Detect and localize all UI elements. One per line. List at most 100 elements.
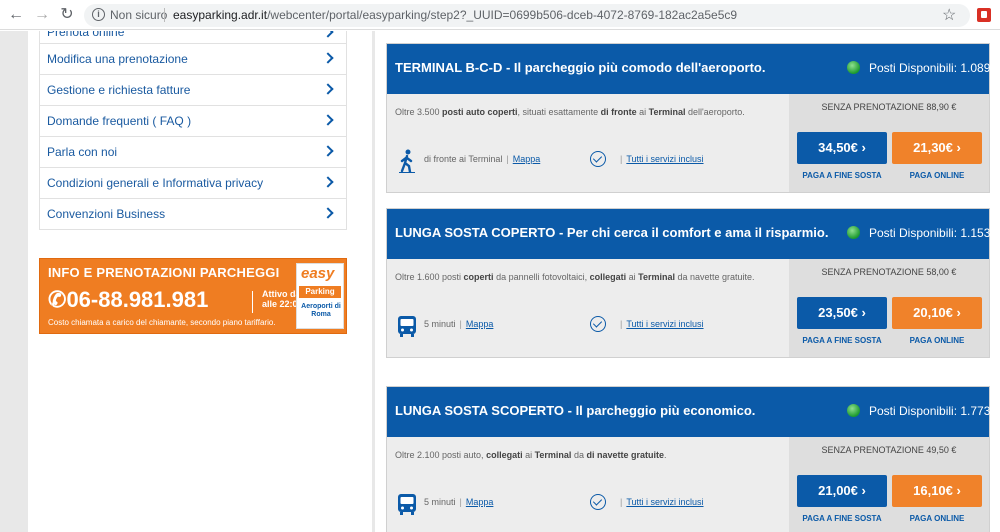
- desc-part: da navette gratuite.: [675, 272, 755, 282]
- availability-dot-icon: [847, 226, 860, 239]
- availability-dot-icon: [847, 61, 860, 74]
- desc-part: Oltre 2.100 posti auto,: [395, 450, 487, 460]
- parking-card: LUNGA SOSTA SCOPERTO - Il parcheggio più…: [386, 386, 990, 532]
- pay-later-button[interactable]: 21,00€ ›: [797, 475, 887, 507]
- banner-note: Costo chiamata a carico del chiamante, s…: [48, 318, 276, 327]
- transport-info: di fronte ai Terminal | Mappa: [424, 154, 540, 164]
- sidebar-item-label: Prenota online: [47, 31, 125, 39]
- url-path: /webcenter/portal/easyparking/step2?_UUI…: [267, 8, 738, 22]
- card-header: LUNGA SOSTA SCOPERTO - Il parcheggio più…: [387, 387, 991, 437]
- pay-later-label: PAGA A FINE SOSTA: [802, 514, 882, 523]
- desc-part: ai: [522, 450, 535, 460]
- sidebar-item-label: Gestione e richiesta fatture: [47, 83, 191, 97]
- extension-icon[interactable]: [977, 8, 991, 22]
- logo-parking-text: Parking: [299, 286, 341, 298]
- chevron-right-icon: [322, 114, 334, 126]
- transport-text: 5 minuti: [424, 319, 456, 329]
- map-link[interactable]: Mappa: [513, 154, 541, 164]
- pay-online-button[interactable]: 20,10€ ›: [892, 297, 982, 329]
- walking-person-icon: [399, 149, 415, 173]
- no-reservation-price: SENZA PRENOTAZIONE 58,00 €: [821, 267, 957, 277]
- pay-online-button[interactable]: 21,30€ ›: [892, 132, 982, 164]
- sidebar-item-label: Convenzioni Business: [47, 207, 166, 221]
- chevron-right-icon: [322, 176, 334, 188]
- security-label: Non sicuro: [110, 8, 168, 22]
- address-bar[interactable]: i Non sicuro easyparking.adr.it/webcente…: [84, 4, 970, 27]
- desc-part: Oltre 1.600 posti: [395, 272, 464, 282]
- pay-online-price: 20,10€: [913, 305, 953, 320]
- banner-divider: [252, 291, 253, 313]
- sidebar-item-label: Condizioni generali e Informativa privac…: [47, 176, 264, 190]
- sidebar-item-fatture[interactable]: Gestione e richiesta fatture: [39, 75, 347, 106]
- chevron-right-icon: ›: [956, 140, 961, 155]
- pay-online-button[interactable]: 16,10€ ›: [892, 475, 982, 507]
- chevron-right-icon: ›: [956, 305, 961, 320]
- transport-info: 5 minuti | Mappa: [424, 497, 493, 507]
- price-box: SENZA PRENOTAZIONE 58,00 € 23,50€ › 20,1…: [789, 259, 989, 357]
- availability-text: Posti Disponibili: 1.089: [869, 61, 991, 75]
- map-link[interactable]: Mappa: [466, 319, 494, 329]
- phone-icon: ✆: [48, 287, 67, 312]
- services-info: | Tutti i servizi inclusi: [620, 319, 704, 329]
- banner-title: INFO E PRENOTAZIONI PARCHEGGI: [48, 265, 280, 280]
- card-title: LUNGA SOSTA SCOPERTO - Il parcheggio più…: [395, 403, 756, 418]
- left-gutter: [0, 31, 28, 532]
- map-link[interactable]: Mappa: [466, 497, 494, 507]
- pay-online-label: PAGA ONLINE: [909, 171, 965, 180]
- card-header: LUNGA SOSTA COPERTO - Per chi cerca il c…: [387, 209, 990, 259]
- separator: |: [459, 497, 462, 507]
- chevron-right-icon: [322, 145, 334, 157]
- services-link[interactable]: Tutti i servizi inclusi: [626, 497, 703, 507]
- sidebar-item-prenota-online[interactable]: Prenota online: [39, 31, 347, 44]
- reload-icon[interactable]: ↻: [57, 5, 77, 25]
- forward-arrow-icon[interactable]: →: [32, 5, 52, 25]
- services-link[interactable]: Tutti i servizi inclusi: [626, 319, 703, 329]
- chevron-right-icon: ›: [861, 305, 866, 320]
- info-icon[interactable]: i: [92, 8, 105, 21]
- desc-part: da: [571, 450, 587, 460]
- availability-text: Posti Disponibili: 1.773: [869, 404, 991, 418]
- sidebar-item-convenzioni[interactable]: Convenzioni Business: [39, 199, 347, 230]
- desc-part: Terminal: [648, 107, 686, 117]
- back-arrow-icon[interactable]: ←: [6, 5, 26, 25]
- card-description: Oltre 1.600 posti coperti da pannelli fo…: [395, 271, 785, 283]
- phone-number: 06-88.981.981: [66, 287, 209, 312]
- pay-online-label: PAGA ONLINE: [909, 514, 965, 523]
- desc-part: Terminal: [638, 272, 675, 282]
- pay-later-button[interactable]: 23,50€ ›: [797, 297, 887, 329]
- desc-part: da pannelli fotovoltaici,: [493, 272, 590, 282]
- pay-later-button[interactable]: 34,50€ ›: [797, 132, 887, 164]
- transport-text: 5 minuti: [424, 497, 456, 507]
- desc-part: ai: [636, 107, 649, 117]
- sidebar-item-modifica[interactable]: Modifica una prenotazione: [39, 44, 347, 75]
- sidebar-item-label: Domande frequenti ( FAQ ): [47, 114, 192, 128]
- services-link[interactable]: Tutti i servizi inclusi: [626, 154, 703, 164]
- chevron-right-icon: [322, 52, 334, 64]
- availability-dot-icon: [847, 404, 860, 417]
- sidebar-item-condizioni[interactable]: Condizioni generali e Informativa privac…: [39, 168, 347, 199]
- separator: |: [620, 497, 623, 507]
- pay-later-price: 23,50€: [818, 305, 858, 320]
- sidebar-item-parla-con-noi[interactable]: Parla con noi: [39, 137, 347, 168]
- price-box: SENZA PRENOTAZIONE 88,90 € 34,50€ › 21,3…: [789, 94, 989, 192]
- separator: |: [620, 319, 623, 329]
- no-reservation-price: SENZA PRENOTAZIONE 49,50 €: [821, 445, 957, 455]
- url-text[interactable]: easyparking.adr.it/webcenter/portal/easy…: [173, 8, 737, 22]
- desc-part: di fronte: [600, 107, 637, 117]
- pay-online-price: 21,30€: [913, 140, 953, 155]
- bus-icon: [398, 494, 416, 515]
- url-host: easyparking.adr.it: [173, 8, 268, 22]
- chevron-right-icon: [322, 31, 334, 38]
- check-circle-icon: [590, 316, 606, 332]
- desc-part: Oltre 3.500: [395, 107, 443, 117]
- info-banner[interactable]: INFO E PRENOTAZIONI PARCHEGGI ✆06-88.981…: [39, 258, 347, 334]
- desc-part: , situati esattamente: [517, 107, 601, 117]
- logo-adr-text: Aeroporti di Roma: [301, 303, 341, 318]
- sidebar-item-faq[interactable]: Domande frequenti ( FAQ ): [39, 106, 347, 137]
- separator: |: [620, 154, 623, 164]
- pay-later-price: 34,50€: [818, 140, 858, 155]
- transport-text: di fronte ai Terminal: [424, 154, 503, 164]
- bookmark-star-icon[interactable]: ☆: [942, 5, 956, 25]
- parking-card: LUNGA SOSTA COPERTO - Per chi cerca il c…: [386, 208, 990, 358]
- card-header: TERMINAL B-C-D - Il parcheggio più comod…: [387, 44, 991, 94]
